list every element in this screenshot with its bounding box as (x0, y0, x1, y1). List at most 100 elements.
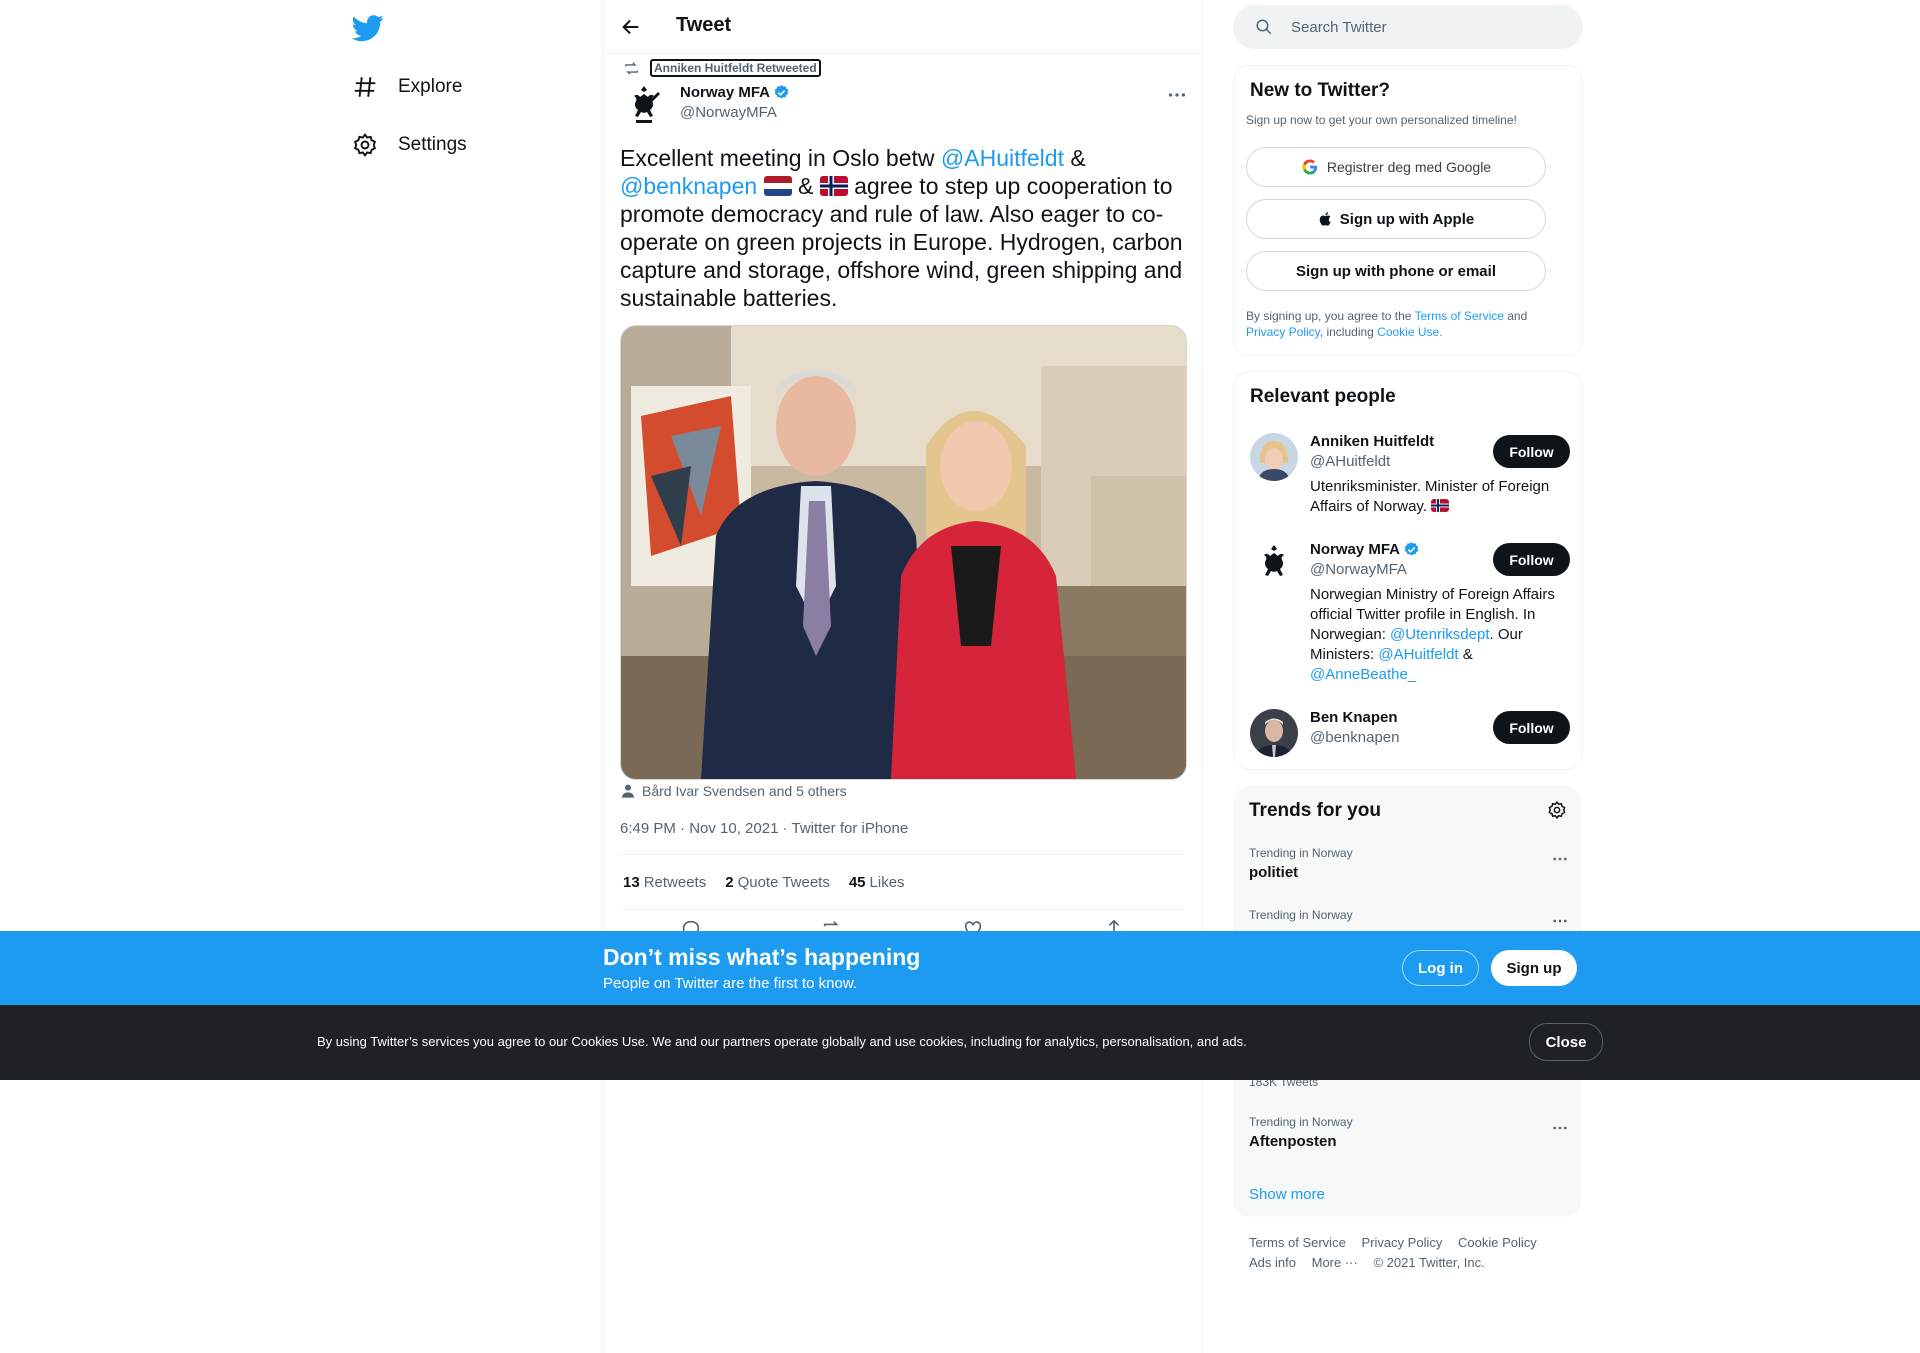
footer-link[interactable]: Privacy Policy (1361, 1235, 1442, 1250)
copyright: © 2021 Twitter, Inc. (1373, 1255, 1485, 1270)
cookie-use-link[interactable]: Cookie Use. (1377, 325, 1442, 339)
close-cookie-button[interactable]: Close (1529, 1023, 1603, 1061)
follow-button[interactable]: Follow (1493, 435, 1570, 468)
mention-link[interactable]: @AnneBeathe_ (1310, 666, 1416, 683)
follow-button[interactable]: Follow (1493, 711, 1570, 744)
retweet-context: Anniken Huitfeldt Retweeted (619, 59, 821, 77)
legal-text: and (1503, 309, 1528, 323)
retweets-count[interactable]: 13 Retweets (623, 874, 706, 891)
search-bar[interactable] (1233, 5, 1583, 49)
back-arrow-icon[interactable] (620, 16, 642, 38)
more-options-icon[interactable] (1551, 912, 1569, 930)
avatar[interactable] (1250, 541, 1298, 589)
signup-card-subtitle: Sign up now to get your own personalized… (1246, 113, 1517, 127)
person-handle[interactable]: @NorwayMFA (1310, 561, 1407, 578)
tweet-column: Tweet Anniken Huitfeldt Retweeted Norway… (603, 0, 1202, 1353)
cookie-banner: By using Twitter’s services you agree to… (0, 1005, 1920, 1080)
person-name[interactable]: Norway MFA (1310, 541, 1420, 558)
mention-link[interactable]: @Utenriksdept (1390, 626, 1489, 643)
trends-title: Trends for you (1249, 800, 1381, 821)
footer-link[interactable]: Terms of Service (1249, 1235, 1346, 1250)
show-more-link[interactable]: Show more (1249, 1186, 1325, 1203)
banner-heading: Don’t miss what’s happening (603, 944, 921, 970)
trend-item[interactable]: Trending in Norway politiet (1249, 846, 1569, 881)
avatar[interactable] (1250, 433, 1298, 481)
more-options-icon[interactable] (1551, 1119, 1569, 1137)
google-signup-button[interactable]: Registrer deg med Google (1246, 147, 1546, 187)
trend-item[interactable]: Trending in Norway (1249, 908, 1569, 926)
search-input[interactable] (1289, 17, 1553, 37)
hashtag-icon (352, 74, 378, 100)
tweet-text-part: & (791, 173, 820, 199)
person-bio: Utenriksminister. Minister of Foreign Af… (1310, 477, 1565, 517)
trends-settings-gear-icon[interactable] (1547, 800, 1567, 820)
author-avatar[interactable] (620, 82, 668, 130)
page-title: Tweet (676, 14, 732, 36)
footer-link[interactable]: Ads info (1249, 1255, 1296, 1270)
mention-link[interactable]: @AHuitfeldt (1378, 646, 1458, 663)
twitter-logo-icon[interactable] (352, 12, 384, 44)
gear-icon (352, 132, 378, 158)
retweet-icon (623, 60, 640, 77)
login-button[interactable]: Log in (1402, 950, 1479, 986)
footer-link[interactable]: Cookie Policy (1458, 1235, 1537, 1250)
tweet-text: Excellent meeting in Oslo betw @AHuitfel… (620, 144, 1190, 312)
stat-count: 2 (725, 873, 734, 891)
author-name-text: Norway MFA (680, 84, 771, 101)
signup-legal: By signing up, you agree to the Terms of… (1246, 308, 1566, 340)
privacy-link[interactable]: Privacy Policy (1246, 325, 1320, 339)
verified-badge-icon (1403, 541, 1420, 558)
terms-link[interactable]: Terms of Service (1415, 309, 1504, 323)
relevant-people-title: Relevant people (1250, 386, 1396, 407)
nav-explore-label: Explore (398, 76, 463, 97)
bio-text: & (1458, 646, 1473, 663)
tweet-header: Tweet (603, 0, 1202, 54)
person-item[interactable]: Ben Knapen @benknapen Follow (1250, 709, 1570, 759)
more-options-icon[interactable] (1551, 850, 1569, 868)
signup-card: New to Twitter? Sign up now to get your … (1233, 65, 1583, 356)
banner-subheading: People on Twitter are the first to know. (603, 975, 858, 992)
nav-settings[interactable]: Settings (352, 125, 467, 165)
person-icon (620, 783, 636, 799)
nav-explore[interactable]: Explore (352, 67, 462, 107)
more-options-icon[interactable] (1166, 84, 1188, 106)
person-name[interactable]: Ben Knapen (1310, 709, 1398, 726)
mention-link[interactable]: @benknapen (620, 173, 757, 199)
likes-count[interactable]: 45 Likes (849, 874, 905, 891)
apple-signup-label: Sign up with Apple (1339, 210, 1475, 228)
person-name[interactable]: Anniken Huitfeldt (1310, 433, 1434, 450)
verified-badge-icon (773, 84, 790, 101)
author-name[interactable]: Norway MFA (680, 84, 790, 101)
stat-count: 45 (848, 873, 866, 891)
phone-email-signup-button[interactable]: Sign up with phone or email (1246, 251, 1546, 291)
footer-link[interactable]: More ··· (1312, 1255, 1358, 1270)
tweet-timestamp[interactable]: 6:49 PM · Nov 10, 2021 · Twitter for iPh… (620, 820, 908, 837)
author-handle[interactable]: @NorwayMFA (680, 104, 777, 121)
cookie-text: By using Twitter’s services you agree to… (317, 1034, 1247, 1049)
tagged-people[interactable]: Bård Ivar Svendsen and 5 others (620, 783, 847, 799)
person-handle[interactable]: @AHuitfeldt (1310, 453, 1390, 470)
person-handle[interactable]: @benknapen (1310, 729, 1399, 746)
avatar[interactable] (1250, 709, 1298, 757)
tweet-text-part: Excellent meeting in Oslo betw (620, 145, 941, 171)
google-signup-label: Registrer deg med Google (1326, 159, 1492, 175)
person-item[interactable]: Norway MFA @NorwayMFA Norwegian Ministry… (1250, 541, 1570, 701)
norway-flag-icon (1431, 499, 1450, 512)
person-item[interactable]: Anniken Huitfeldt @AHuitfeldt Utenriksmi… (1250, 433, 1570, 523)
legal-text: , including (1319, 325, 1378, 339)
tweet-photo[interactable] (620, 325, 1187, 780)
mention-link[interactable]: @AHuitfeldt (941, 145, 1064, 171)
tweet-stats: 13 Retweets 2 Quote Tweets 45 Likes (620, 854, 1185, 910)
person-name-text: Norway MFA (1310, 541, 1401, 558)
quote-tweets-count[interactable]: 2 Quote Tweets (725, 874, 830, 891)
signup-button[interactable]: Sign up (1491, 950, 1577, 986)
relevant-people-card: Relevant people Anniken Huitfeldt @AHuit… (1233, 371, 1583, 770)
follow-button[interactable]: Follow (1493, 543, 1570, 576)
trend-item[interactable]: Trending in Norway Aftenposten (1249, 1115, 1569, 1150)
retweeted-by-link[interactable]: Anniken Huitfeldt Retweeted (650, 59, 821, 77)
stat-label: Retweets (643, 873, 707, 891)
google-g-icon (1301, 158, 1319, 176)
legal-text: By signing up, you agree to the (1246, 309, 1415, 323)
trend-title: Aftenposten (1249, 1133, 1337, 1150)
apple-signup-button[interactable]: Sign up with Apple (1246, 199, 1546, 239)
